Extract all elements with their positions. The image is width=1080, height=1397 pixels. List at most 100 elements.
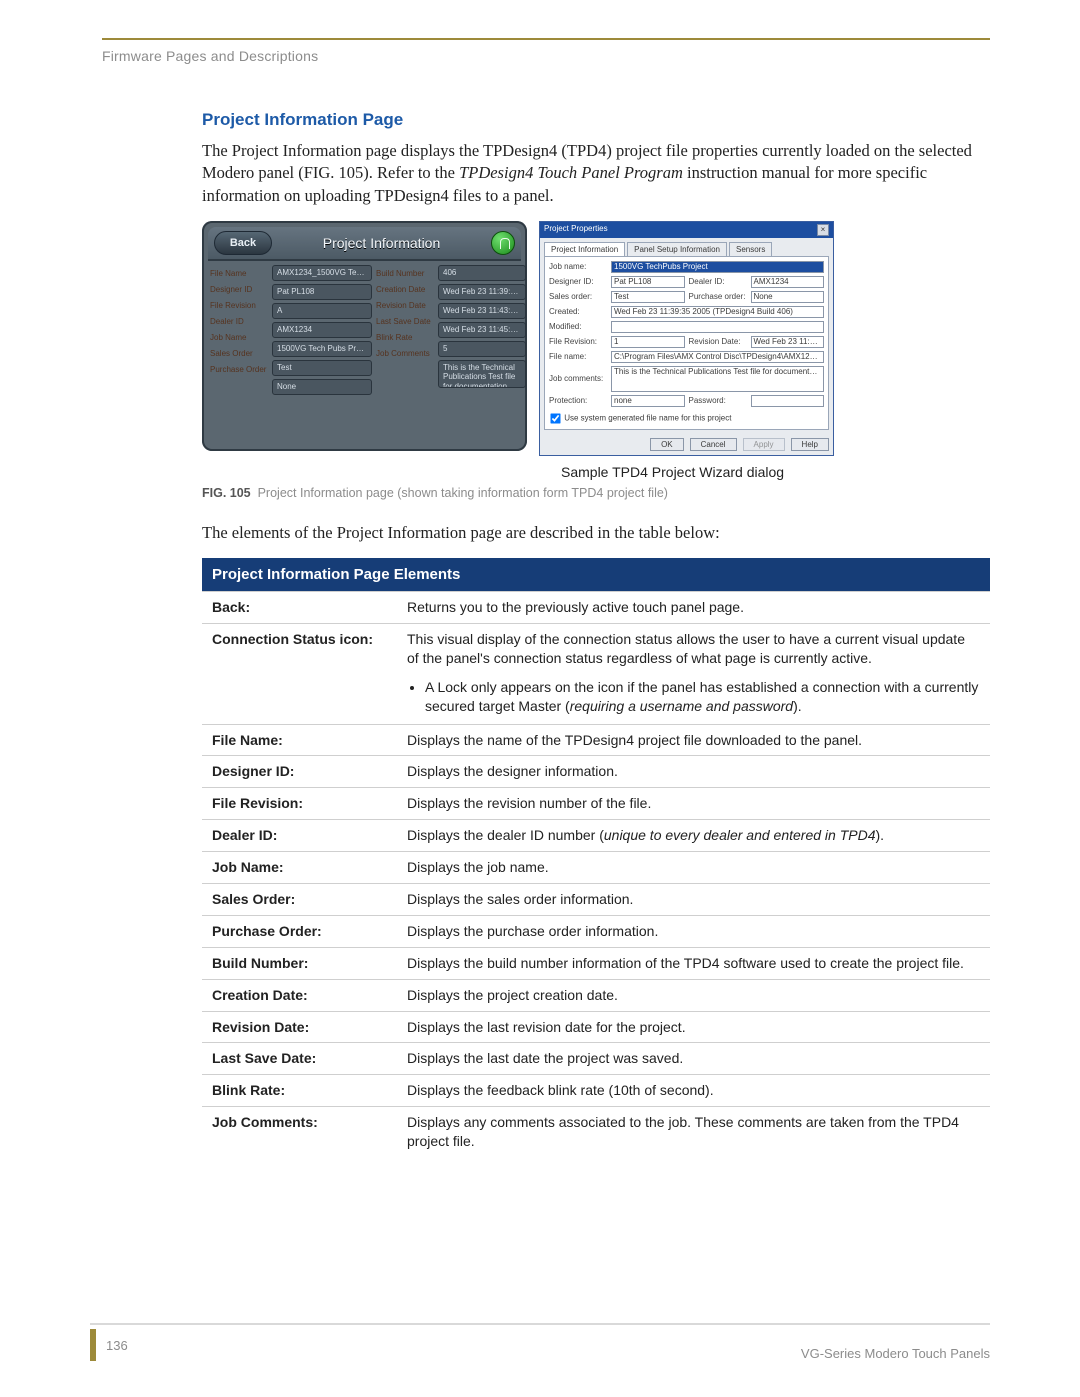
table-row: Revision Date:Displays the last revision…	[202, 1011, 990, 1043]
label-file-name: File Name	[210, 265, 268, 278]
use-system-filename-checkbox[interactable]	[550, 413, 560, 423]
label-creation-date: Creation Date	[376, 281, 434, 294]
panel-labels-right: Build Number Creation Date Revision Date…	[376, 265, 434, 395]
intro-em: TPDesign4 Touch Panel Program	[459, 163, 683, 182]
dinput-file-name: C:\Program Files\AMX Control Disc\TPDesi…	[611, 351, 824, 363]
dlabel-sales-order: Sales order:	[549, 292, 607, 301]
dialog-caption: Sample TPD4 Project Wizard dialog	[539, 464, 834, 480]
ok-button[interactable]: OK	[650, 438, 684, 451]
dlabel-file-revision: File Revision:	[549, 337, 607, 346]
tab-sensors[interactable]: Sensors	[729, 242, 772, 256]
dialog-tabs: Project Information Panel Setup Informat…	[540, 238, 833, 256]
table-key: Back:	[202, 592, 397, 624]
dialog-body: Job name: 1500VG TechPubs Project Design…	[544, 256, 829, 430]
tab-panel-setup[interactable]: Panel Setup Information	[627, 242, 727, 256]
table-value: Displays the last revision date for the …	[397, 1011, 990, 1043]
field-file-revision: A	[272, 303, 372, 319]
apply-button[interactable]: Apply	[743, 438, 785, 451]
field-revision-date: Wed Feb 23 11:43:37 2005	[438, 303, 526, 319]
table-value: Displays the designer information.	[397, 756, 990, 788]
dinput-dealer-id[interactable]: AMX1234	[751, 276, 825, 288]
field-sales-order: Test	[272, 360, 372, 376]
figure-row: Back Project Information File Name Desig…	[202, 221, 990, 480]
table-row: A Lock only appears on the icon if the p…	[202, 674, 990, 724]
tab-project-information[interactable]: Project Information	[544, 242, 625, 256]
elements-table: Project Information Page Elements Back:R…	[202, 558, 990, 1157]
table-value: Displays the build number information of…	[397, 947, 990, 979]
label-designer-id: Designer ID	[210, 281, 268, 294]
panel-topbar: Back Project Information	[208, 227, 521, 261]
intro-paragraph: The Project Information page displays th…	[202, 140, 990, 207]
panel-body: File Name Designer ID File Revision Deal…	[208, 261, 521, 399]
panel-values-left: AMX1234_1500VG Tech Pubs Project Pat PL1…	[272, 265, 372, 395]
field-last-save-date: Wed Feb 23 11:45:52 2005	[438, 322, 526, 338]
table-value: Displays the job name.	[397, 852, 990, 884]
section-heading: Project Information Page	[202, 110, 990, 130]
figure-caption: FIG. 105 Project Information page (shown…	[202, 486, 990, 500]
cancel-button[interactable]: Cancel	[690, 438, 737, 451]
table-value: Displays any comments associated to the …	[397, 1107, 990, 1157]
table-row: Dealer ID:Displays the dealer ID number …	[202, 820, 990, 852]
table-row: Build Number:Displays the build number i…	[202, 947, 990, 979]
close-icon[interactable]: ×	[817, 224, 829, 236]
table-heading: Project Information Page Elements	[202, 558, 990, 592]
table-row: Last Save Date:Displays the last date th…	[202, 1043, 990, 1075]
figure-number: FIG. 105	[202, 486, 251, 500]
page-number: 136	[106, 1338, 128, 1353]
table-key: Purchase Order:	[202, 915, 397, 947]
dinput-created: Wed Feb 23 11:39:35 2005 (TPDesign4 Buil…	[611, 306, 824, 318]
back-button[interactable]: Back	[214, 231, 272, 255]
dlabel-job-name: Job name:	[549, 262, 607, 271]
label-job-comments: Job Comments	[376, 345, 434, 358]
dlabel-designer-id: Designer ID:	[549, 277, 607, 286]
table-key: Revision Date:	[202, 1011, 397, 1043]
field-job-name: 1500VG Tech Pubs Project	[272, 341, 372, 357]
field-job-comments: This is the Technical Publications Test …	[438, 360, 526, 388]
panel-labels-left: File Name Designer ID File Revision Deal…	[210, 265, 268, 395]
footer-doc-title: VG-Series Modero Touch Panels	[801, 1346, 990, 1361]
table-key: File Name:	[202, 724, 397, 756]
document-page: Firmware Pages and Descriptions Project …	[0, 0, 1080, 1397]
table-value: Displays the dealer ID number (unique to…	[397, 820, 990, 852]
label-sales-order: Sales Order	[210, 345, 268, 358]
field-build-number: 406	[438, 265, 526, 281]
label-purchase-order: Purchase Order	[210, 361, 268, 374]
table-value: Displays the sales order information.	[397, 883, 990, 915]
dinput-job-comments[interactable]: This is the Technical Publications Test …	[611, 366, 824, 392]
dialog-title-text: Project Properties	[544, 224, 608, 236]
field-purchase-order: None	[272, 379, 372, 395]
table-key: Creation Date:	[202, 979, 397, 1011]
dinput-password[interactable]	[751, 395, 825, 407]
field-creation-date: Wed Feb 23 11:39:35 2005	[438, 284, 526, 300]
dinput-modified	[611, 321, 824, 333]
use-system-filename-label: Use system generated file name for this …	[564, 413, 731, 422]
dinput-purchase-order[interactable]: None	[751, 291, 825, 303]
footer-accent-bar	[90, 1329, 96, 1361]
dinput-protection[interactable]: none	[611, 395, 685, 407]
dlabel-password: Password:	[689, 396, 747, 405]
dlabel-dealer-id: Dealer ID:	[689, 277, 747, 286]
field-file-name: AMX1234_1500VG Tech Pubs Project	[272, 265, 372, 281]
table-row: Back:Returns you to the previously activ…	[202, 592, 990, 624]
panel-title: Project Information	[278, 235, 485, 251]
table-key	[202, 674, 397, 724]
table-key: Build Number:	[202, 947, 397, 979]
table-intro: The elements of the Project Information …	[202, 522, 990, 544]
dinput-sales-order[interactable]: Test	[611, 291, 685, 303]
label-last-save-date: Last Save Date	[376, 313, 434, 326]
dinput-file-revision[interactable]: 1	[611, 336, 685, 348]
table-row: Designer ID:Displays the designer inform…	[202, 756, 990, 788]
table-value: Displays the project creation date.	[397, 979, 990, 1011]
dlabel-purchase-order: Purchase order:	[689, 292, 747, 301]
dinput-designer-id[interactable]: Pat PL108	[611, 276, 685, 288]
dinput-job-name[interactable]: 1500VG TechPubs Project	[611, 261, 824, 273]
help-button[interactable]: Help	[791, 438, 829, 451]
table-row: Blink Rate:Displays the feedback blink r…	[202, 1075, 990, 1107]
table-row: Job Name:Displays the job name.	[202, 852, 990, 884]
table-value: Displays the purchase order information.	[397, 915, 990, 947]
figure-caption-text: Project Information page (shown taking i…	[258, 486, 668, 500]
label-dealer-id: Dealer ID	[210, 313, 268, 326]
label-blink-rate: Blink Rate	[376, 329, 434, 342]
dlabel-protection: Protection:	[549, 396, 607, 405]
table-row: File Revision:Displays the revision numb…	[202, 788, 990, 820]
